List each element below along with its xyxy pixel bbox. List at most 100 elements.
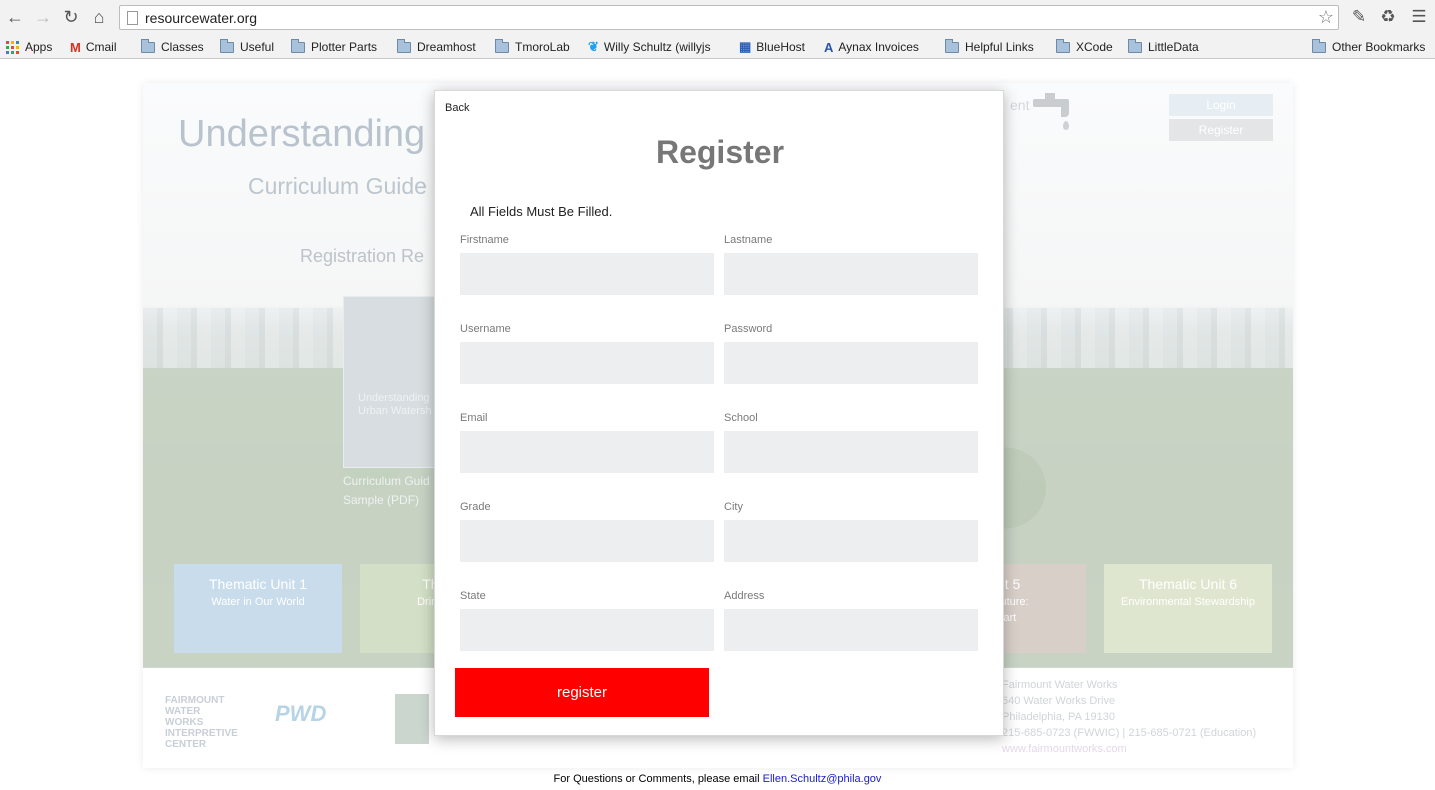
eyedropper-extension-icon[interactable]: ✎	[1349, 7, 1369, 27]
school-field[interactable]	[724, 431, 978, 473]
email-field[interactable]	[460, 431, 714, 473]
back-link[interactable]: Back	[445, 102, 469, 114]
thematic-unit-6[interactable]: Thematic Unit 6 Environmental Stewardshi…	[1104, 564, 1272, 653]
site-subtitle: Curriculum Guide	[248, 173, 427, 199]
bookmark-label: Willy Schultz (willyjs	[603, 40, 711, 54]
menu-icon[interactable]: ☰	[1409, 7, 1429, 27]
seal-logo	[395, 694, 429, 744]
bookmark-aynax[interactable]: A Aynax Invoices	[824, 38, 919, 56]
register-header-button[interactable]: Register	[1169, 119, 1273, 141]
bookmark-label: Dreamhost	[417, 40, 476, 54]
bookmark-label: BlueHost	[756, 40, 805, 54]
bookmark-tmorolab[interactable]: TmoroLab	[495, 38, 570, 56]
url-text: resourcewater.org	[145, 10, 258, 26]
bookmark-label: XCode	[1076, 40, 1113, 54]
unit-subtitle: Water in Our World	[211, 596, 305, 608]
contact-line: Philadelphia, PA 19130	[1002, 711, 1115, 723]
unit-title: Thematic Unit 1	[208, 576, 308, 592]
required-fields-note: All Fields Must Be Filled.	[470, 204, 613, 219]
bookmark-label: Classes	[161, 40, 204, 54]
bookmark-label: Plotter Parts	[311, 40, 378, 54]
bookmark-other-bookmarks[interactable]: Other Bookmarks	[1312, 38, 1425, 56]
bookmark-helpful-links[interactable]: Helpful Links	[945, 38, 1034, 56]
bookmark-useful[interactable]: Useful	[220, 38, 274, 56]
folder-icon	[291, 38, 305, 53]
bookmark-star-icon[interactable]: ☆	[1318, 7, 1334, 28]
city-field[interactable]	[724, 520, 978, 562]
school-label: School	[724, 412, 758, 424]
folder-icon	[945, 38, 959, 53]
bookmark-plotter-parts[interactable]: Plotter Parts	[291, 38, 377, 56]
site-title: Understanding	[178, 113, 426, 155]
login-button[interactable]: Login	[1169, 94, 1273, 116]
bookmark-xcode[interactable]: XCode	[1056, 38, 1113, 56]
bookmark-dreamhost[interactable]: Dreamhost	[397, 38, 476, 56]
city-label: City	[724, 501, 743, 513]
book-caption-line2: Sample (PDF)	[343, 493, 420, 507]
grade-label: Grade	[460, 501, 491, 513]
unit-title: Thematic Unit 6	[1138, 576, 1238, 592]
bookmark-bluehost[interactable]: ▦ BlueHost	[739, 38, 805, 56]
grade-field[interactable]	[460, 520, 714, 562]
home-icon[interactable]: ⌂	[88, 6, 110, 28]
bookmark-label: Other Bookmarks	[1332, 40, 1426, 54]
folder-icon	[1128, 38, 1142, 53]
address-bar[interactable]: resourcewater.org ☆	[119, 5, 1339, 30]
username-field[interactable]	[460, 342, 714, 384]
contact-line: 215-685-0723 (FWWIC) | 215-685-0721 (Edu…	[1002, 727, 1257, 739]
bookmark-label: Apps	[25, 40, 53, 54]
recycle-extension-icon[interactable]: ♻	[1378, 7, 1398, 27]
bookmark-littledata[interactable]: LittleData	[1128, 38, 1199, 56]
bookmark-twitter[interactable]: ❦ Willy Schultz (willyjs	[588, 38, 726, 56]
bookmark-label: TmoroLab	[515, 40, 570, 54]
bookmark-label: Cmail	[85, 40, 117, 54]
lastname-field[interactable]	[724, 253, 978, 295]
folder-icon	[397, 38, 411, 53]
bookmark-apps[interactable]: Apps	[6, 38, 52, 56]
folder-icon	[495, 38, 509, 53]
book-caption[interactable]: Curriculum Guid Sample (PDF)	[343, 472, 430, 510]
unit-subtitle: Environmental Stewardship	[1121, 596, 1255, 608]
bookmark-cmail[interactable]: M Cmail	[70, 38, 117, 56]
thematic-unit-1[interactable]: Thematic Unit 1 Water in Our World	[174, 564, 342, 653]
contact-email-link[interactable]: Ellen.Schultz@phila.gov	[763, 773, 882, 785]
modal-title: Register	[655, 134, 785, 170]
curriculum-book-cover[interactable]: Understanding Urban Watersh	[343, 296, 438, 468]
address-label: Address	[724, 590, 765, 602]
pwd-logo: PWD	[275, 701, 327, 726]
header-fragment: ent	[1010, 97, 1030, 113]
reload-icon[interactable]: ↻	[60, 6, 82, 28]
bookmark-label: Helpful Links	[965, 40, 1034, 54]
register-modal: Back Register All Fields Must Be Filled.…	[434, 90, 1004, 736]
registration-heading: Registration Re	[300, 246, 425, 266]
gmail-icon: M	[70, 39, 81, 55]
state-label: State	[460, 590, 486, 602]
forward-arrow-icon[interactable]: →	[32, 6, 54, 28]
state-field[interactable]	[460, 609, 714, 651]
folder-icon	[141, 38, 155, 53]
folder-icon	[1312, 38, 1326, 53]
register-submit-button[interactable]: register	[455, 668, 709, 717]
bookmarks-bar: Apps M Cmail Classes Useful Plotter Part…	[0, 35, 1435, 59]
contact-note: For Questions or Comments, please email …	[0, 773, 1435, 785]
browser-toolbar: ← → ↻ ⌂ resourcewater.org ☆ ✎ ♻ ☰	[0, 0, 1435, 35]
bookmark-classes[interactable]: Classes	[141, 38, 204, 56]
bookmark-label: Aynax Invoices	[838, 40, 919, 54]
address-field[interactable]	[724, 609, 978, 651]
book-cover-text: Understanding Urban Watersh	[358, 392, 432, 417]
apps-icon	[6, 40, 19, 54]
email-label: Email	[460, 412, 488, 424]
fairmount-website-link[interactable]: www.fairmountworks.com	[1002, 741, 1256, 757]
bookmark-label: Useful	[240, 40, 275, 54]
twitter-icon: ❦	[588, 39, 599, 54]
folder-icon	[1056, 38, 1070, 53]
contact-line: 640 Water Works Drive	[1002, 695, 1116, 707]
contact-note-text: For Questions or Comments, please email	[553, 773, 763, 785]
firstname-field[interactable]	[460, 253, 714, 295]
water-tap-icon	[1033, 93, 1075, 133]
back-arrow-icon[interactable]: ←	[4, 6, 26, 28]
firstname-label: Firstname	[460, 234, 509, 246]
password-label: Password	[724, 323, 773, 335]
contact-line: Fairmount Water Works	[1002, 679, 1118, 691]
password-field[interactable]	[724, 342, 978, 384]
